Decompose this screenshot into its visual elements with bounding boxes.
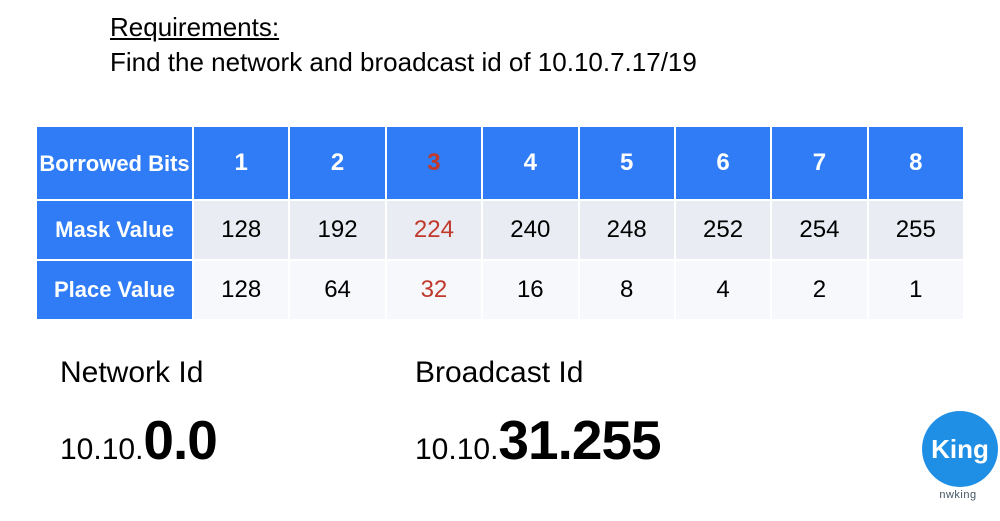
header-col: 3 bbox=[386, 126, 482, 200]
header-col: 8 bbox=[868, 126, 964, 200]
network-id-label: Network Id bbox=[60, 356, 415, 390]
cell: 255 bbox=[868, 200, 964, 260]
results-block: Network Id 10.10.0.0 Broadcast Id 10.10.… bbox=[60, 356, 1000, 472]
brand-logo-subtext: nwking bbox=[918, 489, 998, 501]
header-col: 2 bbox=[289, 126, 385, 200]
cell: 32 bbox=[386, 260, 482, 320]
table-row: Place Value 128 64 32 16 8 4 2 1 bbox=[36, 260, 964, 320]
cell: 252 bbox=[675, 200, 771, 260]
network-id-value: 10.10.0.0 bbox=[60, 408, 415, 472]
header-col: 5 bbox=[579, 126, 675, 200]
requirements-block: Requirements: Find the network and broad… bbox=[110, 10, 1000, 80]
cell: 1 bbox=[868, 260, 964, 320]
cell: 128 bbox=[193, 200, 289, 260]
requirements-text: Find the network and broadcast id of 10.… bbox=[110, 47, 697, 77]
cell: 240 bbox=[482, 200, 578, 260]
cell: 192 bbox=[289, 200, 385, 260]
cell: 4 bbox=[675, 260, 771, 320]
cell: 224 bbox=[386, 200, 482, 260]
cell: 64 bbox=[289, 260, 385, 320]
requirements-title: Requirements: bbox=[110, 12, 279, 42]
brand-logo: King nwking bbox=[918, 411, 998, 501]
header-label: Borrowed Bits bbox=[36, 126, 193, 200]
broadcast-id-value: 10.10.31.255 bbox=[415, 408, 895, 472]
cell: 248 bbox=[579, 200, 675, 260]
cell: 128 bbox=[193, 260, 289, 320]
header-col: 1 bbox=[193, 126, 289, 200]
cell: 16 bbox=[482, 260, 578, 320]
cell: 254 bbox=[771, 200, 867, 260]
header-col: 4 bbox=[482, 126, 578, 200]
brand-logo-circle: King bbox=[922, 411, 998, 487]
header-col: 7 bbox=[771, 126, 867, 200]
cell: 8 bbox=[579, 260, 675, 320]
cell: 2 bbox=[771, 260, 867, 320]
header-col: 6 bbox=[675, 126, 771, 200]
broadcast-id-label: Broadcast Id bbox=[415, 356, 895, 390]
table-header-row: Borrowed Bits 1 2 3 4 5 6 7 8 bbox=[36, 126, 964, 200]
bits-table: Borrowed Bits 1 2 3 4 5 6 7 8 Mask Value… bbox=[35, 125, 965, 321]
row-label: Mask Value bbox=[36, 200, 193, 260]
row-label: Place Value bbox=[36, 260, 193, 320]
table-row: Mask Value 128 192 224 240 248 252 254 2… bbox=[36, 200, 964, 260]
